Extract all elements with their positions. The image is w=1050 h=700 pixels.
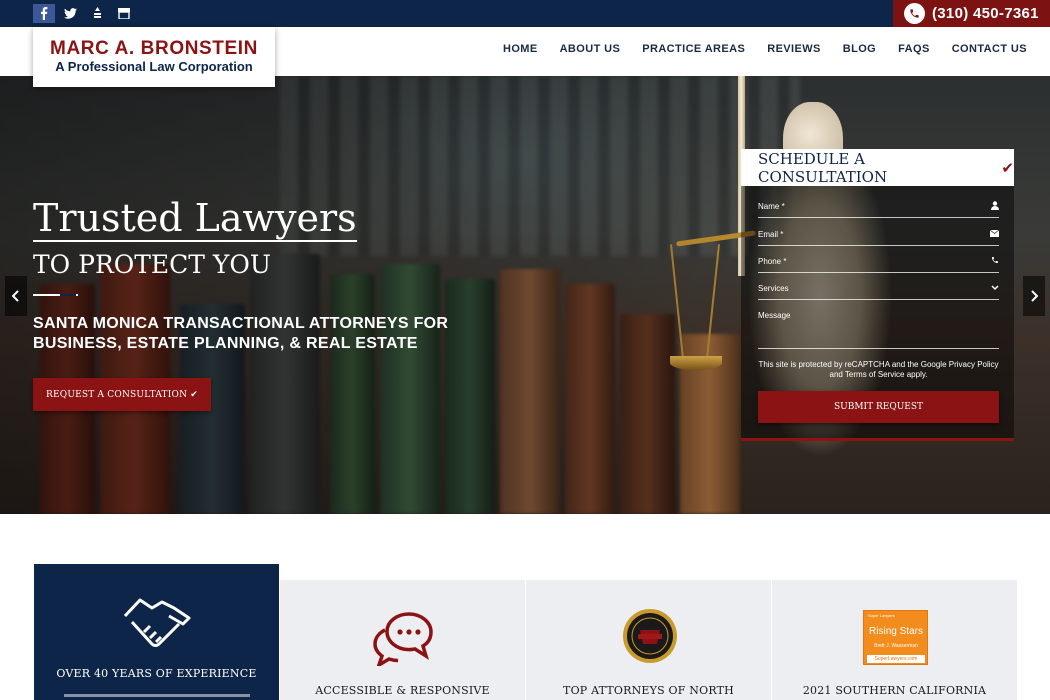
- user-icon: [991, 201, 999, 212]
- nav-item-practice-areas[interactable]: PRACTICE AREAS: [642, 43, 745, 55]
- handshake-icon: [123, 598, 191, 647]
- rising-stars-title: Rising Stars: [869, 626, 923, 637]
- feature-title: ACCESSIBLE & RESPONSIVE: [315, 684, 490, 697]
- hero-divider-accent: [60, 294, 76, 296]
- services-select-label: Services: [758, 284, 789, 293]
- name-field[interactable]: Name *: [758, 198, 999, 218]
- nav-item-home[interactable]: HOME: [503, 43, 538, 55]
- submit-request-button[interactable]: SUBMIT REQUEST: [758, 391, 999, 423]
- phone-icon: [904, 3, 925, 24]
- consultation-form: Name * Email * Phone * Services Message …: [741, 186, 1014, 441]
- feature-description: [64, 694, 250, 700]
- feature-title: TOP ATTORNEYS OF NORTH: [563, 684, 734, 697]
- feature-card-top-attorneys: TOP ATTORNEYS OF NORTH: [525, 580, 771, 700]
- nav-item-about-us[interactable]: ABOUT US: [560, 43, 621, 55]
- form-title: SCHEDULE A CONSULTATION: [758, 149, 888, 186]
- double-check-icon: ✔: [1001, 158, 1014, 177]
- phone-field[interactable]: Phone *: [758, 253, 999, 273]
- twitter-icon[interactable]: [59, 4, 81, 23]
- logo-name: MARC A. BRONSTEIN: [50, 38, 258, 59]
- feature-card-rising-stars: Super Lawyers Rising Stars Brett J. Wass…: [771, 580, 1017, 700]
- nav-item-reviews[interactable]: REVIEWS: [767, 43, 821, 55]
- phone-number[interactable]: (310) 450-7361: [932, 5, 1039, 22]
- nav-item-blog[interactable]: BLOG: [843, 43, 876, 55]
- name-field-label: Name *: [758, 202, 785, 211]
- hero-title-line2: TO PROTECT YOU: [33, 250, 272, 279]
- phone-field-label: Phone *: [758, 257, 787, 266]
- feature-title: OVER 40 YEARS OF EXPERIENCE: [56, 667, 257, 680]
- request-consultation-button[interactable]: REQUEST A CONSULTATION ✔: [33, 378, 211, 411]
- message-textarea[interactable]: Message: [758, 307, 999, 349]
- features-row: OVER 40 YEARS OF EXPERIENCE ACCESSIBLE &…: [33, 564, 1017, 700]
- top-attorneys-badge-icon: [623, 609, 677, 663]
- chevron-down-icon: [991, 283, 999, 293]
- consultation-form-header: SCHEDULE A CONSULTATION ✔: [741, 149, 1014, 186]
- feature-card-accessible: ACCESSIBLE & RESPONSIVE: [279, 580, 525, 700]
- facebook-icon[interactable]: [33, 4, 55, 23]
- email-field-label: Email *: [758, 230, 784, 239]
- chat-bubbles-icon: [373, 612, 433, 666]
- email-field[interactable]: Email *: [758, 226, 1000, 246]
- bbb-icon[interactable]: [86, 4, 108, 23]
- phone-box[interactable]: (310) 450-7361: [893, 0, 1050, 27]
- logo-subtitle: A Professional Law Corporation: [55, 59, 253, 74]
- recaptcha-notice: This site is protected by reCAPTCHA and …: [758, 360, 999, 379]
- slider-next-button[interactable]: [1023, 276, 1045, 316]
- rising-stars-badge: Super Lawyers Rising Stars Brett J. Wass…: [863, 610, 928, 665]
- google-business-icon[interactable]: [113, 4, 135, 23]
- nav-item-faqs[interactable]: FAQS: [898, 43, 930, 55]
- main-nav: HOME ABOUT US PRACTICE AREAS REVIEWS BLO…: [503, 43, 1027, 55]
- chevron-right-icon: [1031, 290, 1038, 302]
- rising-stars-top: Super Lawyers: [868, 613, 895, 618]
- logo[interactable]: MARC A. BRONSTEIN A Professional Law Cor…: [33, 27, 275, 87]
- chevron-left-icon: [12, 290, 19, 302]
- message-textarea-label: Message: [758, 311, 791, 320]
- hero-subtitle: SANTA MONICA TRANSACTIONAL ATTORNEYS FOR…: [33, 315, 449, 352]
- feature-card-experience: OVER 40 YEARS OF EXPERIENCE: [33, 564, 279, 700]
- slider-prev-button[interactable]: [5, 276, 27, 316]
- rising-stars-name: Brett J. Wasserman: [874, 643, 918, 649]
- hero-title: Trusted Lawyers: [33, 196, 357, 242]
- feature-title: 2021 SOUTHERN CALIFORNIA: [802, 684, 987, 697]
- rising-stars-site: SuperLawyers.com: [867, 655, 925, 663]
- phone-icon: [991, 256, 999, 266]
- services-select[interactable]: Services: [758, 280, 999, 300]
- top-bar: (310) 450-7361: [0, 0, 1050, 27]
- envelope-icon: [989, 229, 1000, 239]
- nav-item-contact-us[interactable]: CONTACT US: [952, 43, 1027, 55]
